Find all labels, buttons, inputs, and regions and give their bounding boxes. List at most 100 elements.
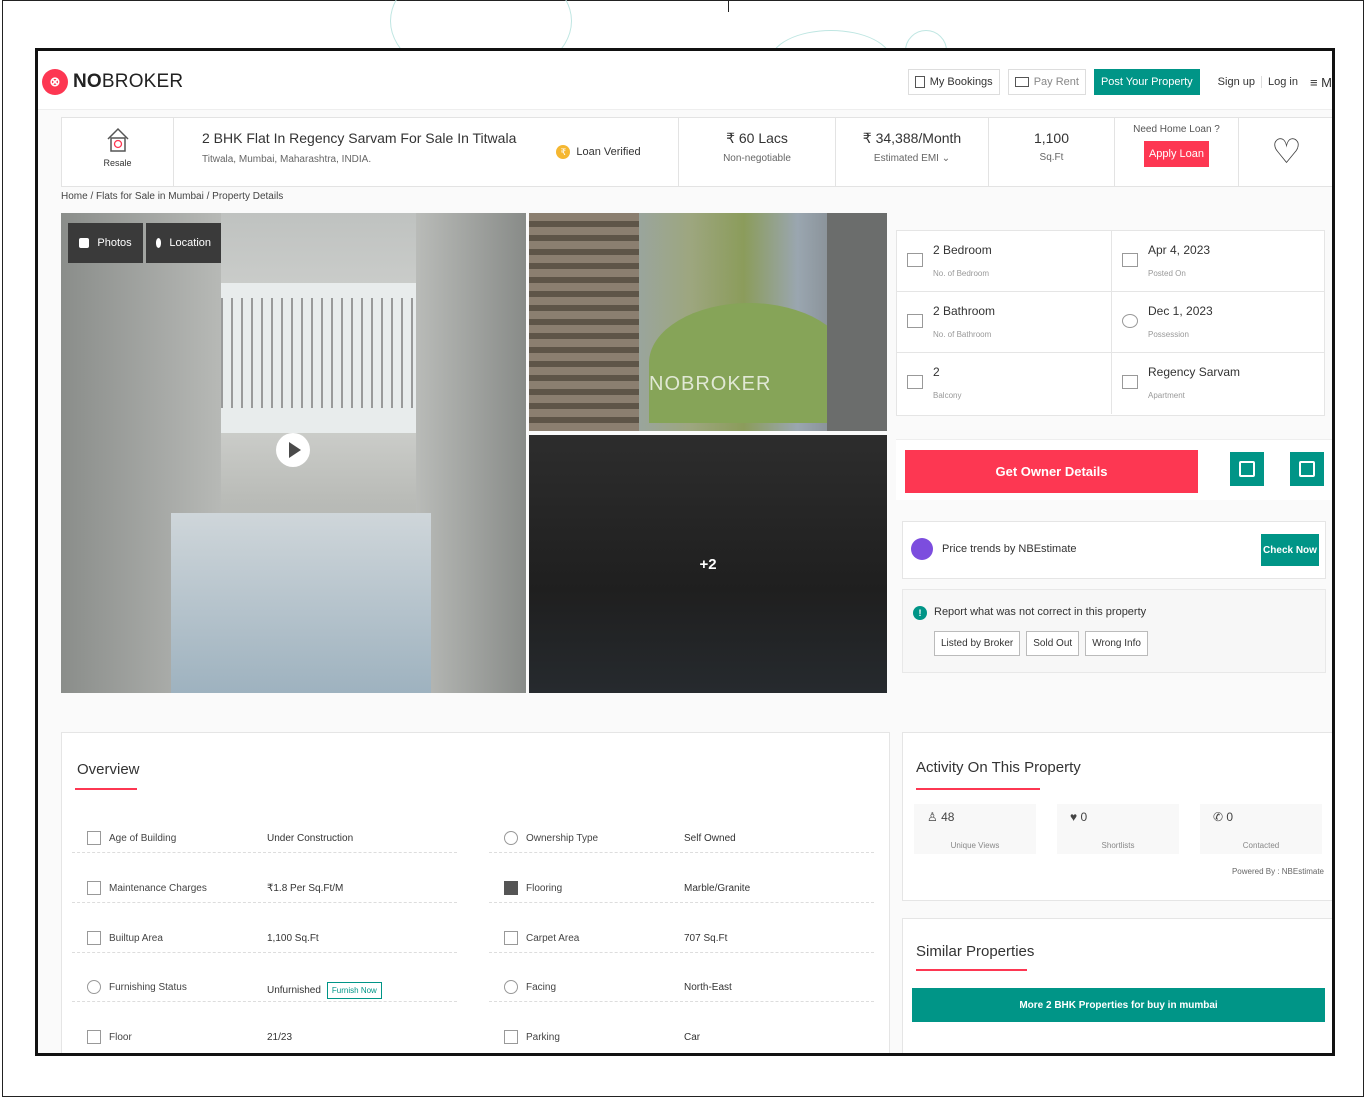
contacted-label: Contacted (1242, 841, 1280, 850)
overview-label: Furnishing Status (109, 982, 187, 993)
photos-tab[interactable]: Photos (68, 223, 143, 263)
overview-value: 1,100 Sq.Ft (267, 933, 319, 944)
attribute-apartment: Regency Sarvam Apartment (1111, 353, 1325, 414)
loan-verified-label: Loan Verified (576, 146, 641, 158)
society-photo[interactable]: NOBROKER (529, 213, 887, 431)
more-photos-count: +2 (699, 555, 717, 573)
overview-row: Age of Building Under Construction (72, 828, 457, 853)
overview-row: Facing North-East (489, 977, 874, 1002)
photo-wall-right (416, 213, 526, 693)
overview-value: North-East (684, 982, 732, 993)
contacted-stat: ✆ 0 Contacted (1200, 804, 1322, 854)
overview-label: Age of Building (109, 833, 177, 844)
overview-value: ₹1.8 Per Sq.Ft/M (267, 883, 344, 894)
play-icon[interactable] (276, 433, 310, 467)
attribute-grid: 2 Bedroom No. of Bedroom Apr 4, 2023 Pos… (896, 230, 1325, 416)
report-card: ! Report what was not correct in this pr… (902, 589, 1326, 673)
card-icon (1014, 77, 1029, 87)
area-unit: Sq.Ft (1039, 152, 1064, 163)
sign-up-link[interactable]: Sign up (1212, 76, 1262, 88)
browser-viewport: ⊗ NOBROKER My Bookings Pay Rent Post You… (35, 48, 1335, 1056)
chat-icon (1299, 461, 1315, 477)
post-property-button[interactable]: Post Your Property (1093, 69, 1200, 95)
building-icon (1122, 375, 1138, 389)
site-header: ⊗ NOBROKER My Bookings Pay Rent Post You… (38, 51, 1332, 110)
pay-rent-button[interactable]: Pay Rent (1007, 69, 1086, 95)
property-title: 2 BHK Flat In Regency Sarvam For Sale In… (202, 130, 517, 146)
camera-icon (79, 238, 90, 248)
report-options: Listed by Broker Sold Out Wrong Info (934, 631, 1154, 656)
overview-title: Overview (77, 761, 140, 778)
chart-icon (911, 538, 933, 560)
balcony-icon (907, 375, 923, 389)
overview-row: Maintenance Charges ₹1.8 Per Sq.Ft/M (72, 878, 457, 903)
furnish-now-button[interactable]: Furnish Now (326, 982, 382, 999)
overview-value: Car (684, 1032, 701, 1043)
log-in-link[interactable]: Log in (1262, 76, 1304, 88)
menu-icon[interactable]: ≡ M (1304, 75, 1332, 90)
attribute-bedroom: 2 Bedroom No. of Bedroom (897, 231, 1111, 292)
my-bookings-button[interactable]: My Bookings (907, 69, 1000, 95)
calendar-icon (1239, 461, 1255, 477)
location-tab[interactable]: Location (146, 223, 221, 263)
property-address: Titwala, Mumbai, Maharashtra, INDIA. (202, 154, 372, 165)
photo-building-left (529, 213, 639, 431)
emi-cell[interactable]: ₹ 34,388/Month Estimated EMI ⌄ (836, 118, 989, 186)
powered-by-label: Powered By : NBEstimate (1231, 867, 1324, 876)
apply-loan-cell: Need Home Loan ? Apply Loan (1115, 118, 1239, 186)
main-video-thumbnail[interactable]: Photos Location (61, 213, 526, 693)
similar-title: Similar Properties (916, 943, 1035, 960)
builtup-icon (87, 931, 101, 945)
emi-value: ₹ 34,388/Month (862, 130, 962, 146)
overview-label: Builtup Area (109, 933, 163, 944)
price-cell: ₹ 60 Lacs Non-negotiable (679, 118, 836, 186)
more-properties-button[interactable]: More 2 BHK Properties for buy in mumbai (912, 988, 1325, 1022)
overview-label: Carpet Area (526, 933, 580, 944)
listed-by-broker-button[interactable]: Listed by Broker (934, 631, 1021, 656)
attribute-label: Possession (1148, 330, 1189, 339)
bed-icon (907, 253, 923, 267)
overview-value: 21/23 (267, 1032, 293, 1043)
attribute-value: 2 Bathroom (933, 304, 996, 318)
apply-loan-button[interactable]: Apply Loan (1143, 141, 1210, 167)
shortlists-count: ♥ 0 (1070, 810, 1088, 824)
attribute-value: 2 Bedroom (933, 243, 992, 257)
attribute-bathroom: 2 Bathroom No. of Bathroom (897, 292, 1111, 353)
overview-label: Floor (109, 1032, 132, 1043)
sold-out-button[interactable]: Sold Out (1026, 631, 1080, 656)
area-value: 1,100 (1033, 130, 1070, 146)
get-owner-details-button[interactable]: Get Owner Details (905, 450, 1198, 493)
house-rupee-icon (105, 126, 131, 154)
more-photos-thumbnail[interactable]: +2 (529, 435, 887, 693)
check-now-button[interactable]: Check Now (1261, 534, 1319, 566)
photo-lawn (649, 303, 849, 423)
wrong-info-button[interactable]: Wrong Info (1085, 631, 1148, 656)
shortlists-label: Shortlists (1101, 841, 1135, 850)
top-nav: My Bookings Pay Rent Post Your Property … (907, 69, 1332, 95)
overview-value: Self Owned (684, 833, 736, 844)
overview-label: Parking (526, 1032, 560, 1043)
attribute-value: 2 (933, 365, 940, 379)
overview-section: Overview Age of Building Under Construct… (61, 732, 890, 1053)
overview-value: Under Construction (267, 833, 354, 844)
overview-value: Marble/Granite (684, 883, 751, 894)
overview-label: Flooring (526, 883, 563, 894)
photo-railing (221, 298, 416, 408)
overview-row: Flooring Marble/Granite (489, 878, 874, 903)
nobroker-logo[interactable]: ⊗ NOBROKER (42, 69, 183, 95)
chat-button[interactable] (1290, 452, 1324, 486)
breadcrumb[interactable]: Home / Flats for Sale in Mumbai / Proper… (61, 191, 283, 202)
floor-icon (87, 1030, 101, 1044)
attribute-label: No. of Bedroom (933, 269, 990, 278)
calendar-icon (1122, 253, 1138, 267)
similar-properties-section: Similar Properties More 2 BHK Properties… (902, 918, 1332, 1053)
overview-underline (75, 788, 137, 790)
schedule-visit-button[interactable] (1230, 452, 1264, 486)
heart-icon[interactable]: ♡ (1271, 132, 1301, 172)
owner-actions: Get Owner Details (896, 439, 1332, 500)
emi-label[interactable]: Estimated EMI ⌄ (836, 153, 988, 164)
photo-building-right (827, 213, 887, 431)
attribute-label: Balcony (933, 391, 962, 400)
resale-label: Resale (103, 158, 132, 168)
bookings-icon (914, 76, 925, 88)
